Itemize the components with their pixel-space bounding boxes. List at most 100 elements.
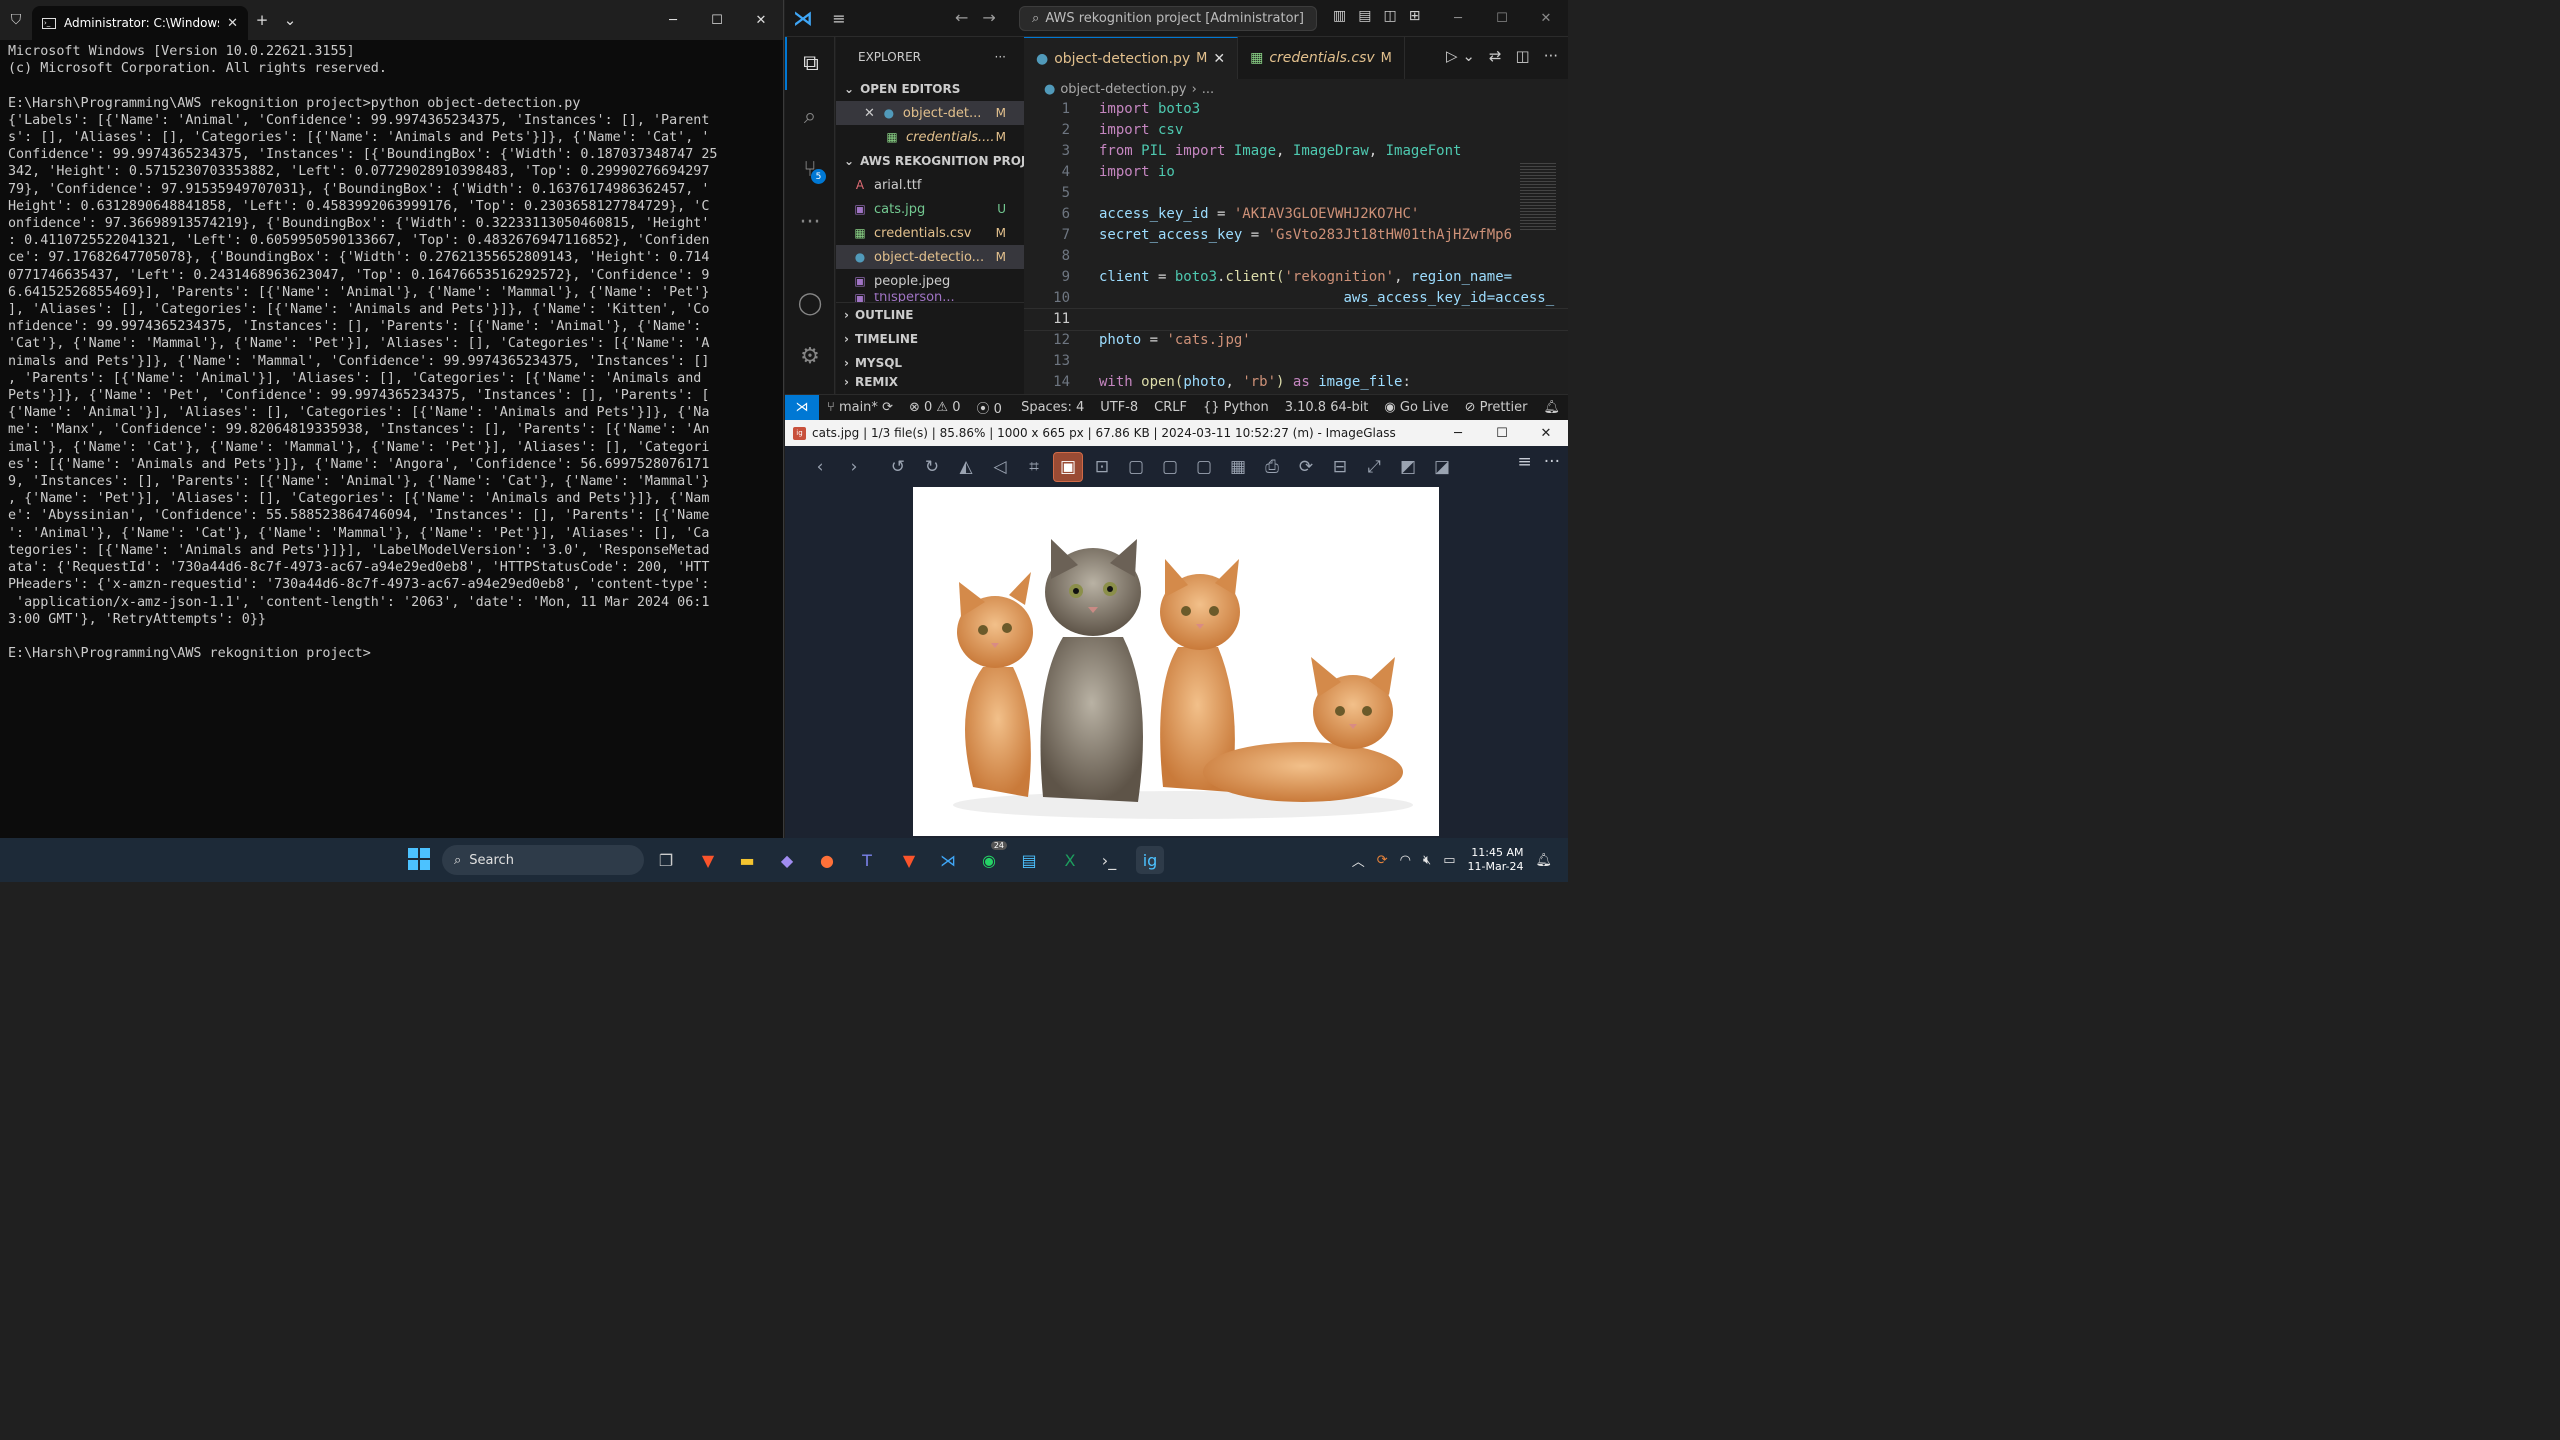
remote-icon[interactable]: ⋊ bbox=[785, 394, 819, 421]
terminal-tab[interactable]: ›_ Administrator: C:\Windows\Sy ✕ bbox=[32, 6, 248, 40]
file-item[interactable]: ▣ people.jpeg bbox=[836, 269, 1024, 293]
vscode-taskbar-icon[interactable]: ⋊ bbox=[934, 846, 962, 874]
code-editor[interactable]: 1 import boto3 2 import csv 3 from PIL impo… bbox=[1024, 99, 1568, 394]
crop-icon[interactable]: ⌗ bbox=[1019, 452, 1049, 482]
more-icon[interactable]: ··· bbox=[785, 196, 835, 249]
file-item[interactable]: ▣ cats.jpg U bbox=[836, 197, 1024, 221]
notepad-icon[interactable]: ▤ bbox=[1015, 846, 1043, 874]
scale-to-height-icon[interactable]: ▢ bbox=[1155, 452, 1185, 482]
flip-vertical-icon[interactable]: ◁ bbox=[985, 452, 1015, 482]
problems-status[interactable]: ⊗ 0 ⚠ 0 bbox=[901, 400, 969, 415]
bell-icon[interactable]: 🔔︎ bbox=[1535, 400, 1568, 415]
task-view-icon[interactable]: ❐ bbox=[652, 846, 680, 874]
indent-status[interactable]: Spaces: 4 bbox=[1013, 400, 1092, 415]
flip-horizontal-icon[interactable]: ◭ bbox=[951, 452, 981, 482]
update-icon[interactable]: ⟳ bbox=[1377, 853, 1388, 868]
rotate-right-icon[interactable]: ↻ bbox=[917, 452, 947, 482]
frameless-icon[interactable]: ◪ bbox=[1427, 452, 1457, 482]
teams-icon[interactable]: T bbox=[853, 846, 881, 874]
image-canvas[interactable] bbox=[913, 487, 1439, 836]
volume-muted-icon[interactable]: 🔇︎ bbox=[1423, 853, 1431, 868]
lock-zoom-icon[interactable]: ⊡ bbox=[1087, 452, 1117, 482]
slideshow-icon[interactable]: ◩ bbox=[1393, 452, 1423, 482]
tab-dropdown-button[interactable]: ⌄ bbox=[276, 5, 304, 35]
more-icon[interactable]: ··· bbox=[1544, 452, 1560, 472]
minimize-button[interactable]: ─ bbox=[651, 0, 695, 40]
close-button[interactable]: ✕ bbox=[739, 0, 783, 40]
command-center-search[interactable]: ⌕ AWS rekognition project [Administrator… bbox=[1019, 6, 1317, 31]
menu-icon[interactable]: ≡ bbox=[1518, 452, 1532, 472]
minimize-button[interactable]: ─ bbox=[1436, 0, 1480, 37]
forward-arrow-icon[interactable]: → bbox=[982, 8, 995, 27]
golive-status[interactable]: ◉ Go Live bbox=[1376, 400, 1456, 415]
print-icon[interactable]: ⎙ bbox=[1257, 452, 1287, 482]
open-editor-item[interactable]: ▦ credentials.... M bbox=[836, 125, 1024, 149]
gallery-icon[interactable]: ⊟ bbox=[1325, 452, 1355, 482]
gear-icon[interactable]: ⚙ bbox=[785, 330, 835, 383]
imageglass-taskbar-icon[interactable]: ig bbox=[1136, 846, 1164, 874]
chevron-up-icon[interactable]: ︿ bbox=[1352, 851, 1365, 870]
file-item[interactable]: ▦ credentials.csv M bbox=[836, 221, 1024, 245]
tab-object-detection[interactable]: ● object-detection.py M ✕ bbox=[1024, 37, 1239, 79]
scale-to-fit-icon[interactable]: ▢ bbox=[1189, 452, 1219, 482]
auto-zoom-icon[interactable]: ▣ bbox=[1053, 452, 1083, 482]
run-icon[interactable]: ▷ ⌄ bbox=[1446, 47, 1475, 65]
terminal-taskbar-icon[interactable]: ›_ bbox=[1095, 846, 1123, 874]
close-icon[interactable]: ✕ bbox=[864, 106, 875, 121]
new-tab-button[interactable]: + bbox=[248, 5, 276, 35]
maximize-button[interactable]: ☐ bbox=[695, 0, 739, 40]
toggle-sidebar-icon[interactable]: ▥ bbox=[1333, 8, 1346, 24]
minimize-button[interactable]: ─ bbox=[1436, 420, 1480, 446]
file-item[interactable]: ● object-detectio... M bbox=[836, 245, 1024, 269]
toggle-panel-icon[interactable]: ▤ bbox=[1358, 8, 1371, 24]
outline-section[interactable]: › OUTLINE bbox=[836, 303, 1024, 327]
branch-status[interactable]: ⑂ main* ⟳ bbox=[819, 400, 901, 415]
terminal-output[interactable]: Microsoft Windows [Version 10.0.22621.31… bbox=[0, 40, 783, 838]
scale-to-width-icon[interactable]: ▢ bbox=[1121, 452, 1151, 482]
account-icon[interactable]: ◯ bbox=[785, 277, 835, 330]
mysql-section[interactable]: › MYSQL bbox=[836, 351, 1024, 375]
file-item[interactable]: A arial.ttf bbox=[836, 173, 1024, 197]
close-button[interactable]: ✕ bbox=[1524, 420, 1568, 446]
whatsapp-icon[interactable]: ◉ 24 bbox=[975, 841, 1007, 874]
explorer-icon[interactable]: ⧉ bbox=[785, 37, 835, 90]
refresh-icon[interactable]: ⟳ bbox=[1291, 452, 1321, 482]
encoding-status[interactable]: UTF-8 bbox=[1092, 400, 1146, 415]
minimap[interactable] bbox=[1520, 161, 1556, 231]
excel-icon[interactable]: X bbox=[1056, 846, 1084, 874]
toggle-secondary-sidebar-icon[interactable]: ◫ bbox=[1383, 8, 1396, 24]
split-editor-icon[interactable]: ◫ bbox=[1516, 47, 1530, 65]
maximize-button[interactable]: ☐ bbox=[1480, 420, 1524, 446]
open-editor-item[interactable]: ✕ ● object-det... M bbox=[836, 101, 1024, 125]
app-icon[interactable]: ◆ bbox=[773, 846, 801, 874]
close-button[interactable]: ✕ bbox=[1524, 0, 1568, 37]
breadcrumb[interactable]: ● object-detection.py › ... bbox=[1024, 79, 1568, 99]
brave-beta-icon[interactable]: ▼ bbox=[895, 846, 923, 874]
search-icon[interactable]: ⌕ bbox=[785, 90, 835, 143]
remix-section[interactable]: › REMIX bbox=[836, 375, 1024, 389]
prettier-status[interactable]: ⊘ Prettier bbox=[1457, 400, 1536, 415]
previous-image-icon[interactable]: ‹ bbox=[805, 452, 835, 482]
windows-start-icon[interactable] bbox=[408, 848, 430, 870]
taskbar-search[interactable]: ⌕ Search bbox=[442, 845, 644, 875]
clock[interactable]: 11:45 AM 11-Mar-24 bbox=[1468, 846, 1524, 874]
project-section[interactable]: ⌄ AWS REKOGNITION PROJE... bbox=[836, 149, 1024, 173]
file-explorer-icon[interactable]: ▬ bbox=[733, 846, 761, 874]
next-image-icon[interactable]: › bbox=[839, 452, 869, 482]
maximize-button[interactable]: ☐ bbox=[1480, 0, 1524, 37]
open-editors-section[interactable]: ⌄ OPEN EDITORS bbox=[836, 77, 1024, 101]
scale-to-fill-icon[interactable]: ▦ bbox=[1223, 452, 1253, 482]
eol-status[interactable]: CRLF bbox=[1146, 400, 1195, 415]
wifi-icon[interactable]: ◠ bbox=[1400, 853, 1411, 868]
language-status[interactable]: {} Python bbox=[1195, 400, 1277, 415]
file-item[interactable]: ▣ thisperson... bbox=[836, 293, 1024, 303]
back-arrow-icon[interactable]: ← bbox=[955, 8, 968, 27]
close-icon[interactable]: ✕ bbox=[1213, 51, 1225, 67]
fullscreen-icon[interactable]: ⤢ bbox=[1359, 452, 1389, 482]
ports-status[interactable]: ⦿ 0 bbox=[969, 398, 1010, 417]
explorer-more-button[interactable]: ··· bbox=[995, 50, 1006, 64]
tab-credentials[interactable]: ▦ credentials.csv M bbox=[1238, 37, 1405, 79]
brave-browser-icon[interactable]: ▼ bbox=[694, 846, 722, 874]
more-actions-icon[interactable]: ··· bbox=[1544, 47, 1558, 65]
close-tab-icon[interactable]: ✕ bbox=[227, 16, 238, 31]
